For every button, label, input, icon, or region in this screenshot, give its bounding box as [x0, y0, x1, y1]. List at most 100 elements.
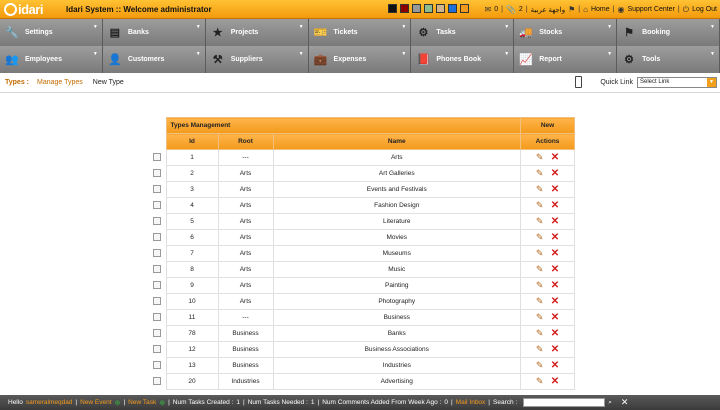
dropdown-arrow-icon[interactable]: ▼: [299, 51, 304, 57]
quick-link-select[interactable]: Select Link ▼: [637, 76, 717, 88]
menu-item-phones-book[interactable]: 📕 Phones Book ▼: [411, 46, 515, 73]
menu-item-booking[interactable]: ⚑ Booking ▼: [617, 19, 720, 46]
edit-icon[interactable]: ✎: [536, 360, 544, 370]
edit-icon[interactable]: ✎: [536, 344, 544, 354]
edit-icon[interactable]: ✎: [536, 296, 544, 306]
add-event-icon[interactable]: ⊕: [115, 399, 121, 407]
attachment-icon[interactable]: 📎: [506, 5, 516, 14]
delete-icon[interactable]: ✕: [551, 152, 559, 163]
theme-swatch[interactable]: [448, 4, 457, 13]
edit-icon[interactable]: ✎: [536, 328, 544, 338]
delete-icon[interactable]: ✕: [551, 248, 559, 259]
menu-item-suppliers[interactable]: ⚒ Suppliers ▼: [205, 46, 309, 73]
home-link[interactable]: Home: [591, 6, 610, 13]
manage-types-link[interactable]: Manage Types: [37, 79, 83, 86]
edit-icon[interactable]: ✎: [536, 232, 544, 242]
row-checkbox[interactable]: [152, 200, 161, 209]
menu-item-settings[interactable]: 🔧 Settings ▼: [0, 19, 103, 46]
dropdown-arrow-icon[interactable]: ▼: [196, 24, 201, 30]
dropdown-arrow-icon[interactable]: ▼: [607, 51, 612, 57]
dropdown-arrow-icon[interactable]: ▼: [299, 24, 304, 30]
username-link[interactable]: sameralmeqdad: [26, 399, 73, 406]
menu-item-employees[interactable]: 👥 Employees ▼: [0, 46, 103, 73]
row-checkbox[interactable]: [152, 264, 161, 273]
add-task-icon[interactable]: ⊕: [159, 399, 165, 407]
dropdown-arrow-icon[interactable]: ▼: [710, 51, 715, 57]
row-checkbox[interactable]: [152, 344, 161, 353]
dropdown-arrow-icon[interactable]: ▼: [196, 51, 201, 57]
delete-icon[interactable]: ✕: [551, 360, 559, 371]
delete-icon[interactable]: ✕: [551, 312, 559, 323]
dropdown-arrow-icon[interactable]: ▼: [401, 51, 406, 57]
theme-swatch[interactable]: [460, 4, 469, 13]
row-checkbox[interactable]: [152, 328, 161, 337]
delete-icon[interactable]: ✕: [551, 184, 559, 195]
menu-item-expenses[interactable]: 💼 Expenses ▼: [308, 46, 412, 73]
menu-item-projects[interactable]: ★ Projects ▼: [205, 19, 309, 46]
dropdown-arrow-icon[interactable]: ▼: [401, 24, 406, 30]
new-type-button[interactable]: New: [520, 117, 575, 134]
menu-item-banks[interactable]: ▤ Banks ▼: [102, 19, 206, 46]
delete-icon[interactable]: ✕: [551, 232, 559, 243]
edit-icon[interactable]: ✎: [536, 216, 544, 226]
tasks-needed-count[interactable]: 1: [311, 399, 315, 406]
comments-count[interactable]: 0: [444, 399, 448, 406]
delete-icon[interactable]: ✕: [551, 376, 559, 387]
menu-item-customers[interactable]: 👤 Customers ▼: [102, 46, 206, 73]
search-input[interactable]: [523, 398, 606, 407]
delete-icon[interactable]: ✕: [551, 264, 559, 275]
attachment-count[interactable]: 2: [519, 6, 523, 13]
theme-swatch[interactable]: [412, 4, 421, 13]
edit-icon[interactable]: ✎: [536, 312, 544, 322]
row-checkbox[interactable]: [152, 184, 161, 193]
menu-item-stocks[interactable]: 🚚 Stocks ▼: [514, 19, 618, 46]
dropdown-arrow-icon[interactable]: ▼: [93, 24, 98, 30]
delete-icon[interactable]: ✕: [551, 328, 559, 339]
dropdown-arrow-icon[interactable]: ▼: [607, 24, 612, 30]
edit-icon[interactable]: ✎: [536, 248, 544, 258]
mail-icon[interactable]: ✉: [485, 5, 492, 14]
dropdown-arrow-icon[interactable]: ▼: [710, 24, 715, 30]
row-checkbox[interactable]: [152, 376, 161, 385]
row-checkbox[interactable]: [152, 152, 161, 161]
support-link[interactable]: Support Center: [627, 6, 674, 13]
column-header-name[interactable]: Name: [272, 133, 521, 150]
edit-icon[interactable]: ✎: [536, 376, 544, 386]
delete-icon[interactable]: ✕: [551, 200, 559, 211]
edit-icon[interactable]: ✎: [536, 184, 544, 194]
app-logo[interactable]: idari: [0, 0, 64, 19]
phone-icon[interactable]: [575, 76, 583, 88]
theme-swatch[interactable]: [400, 4, 409, 13]
dropdown-arrow-icon[interactable]: ▼: [504, 24, 509, 30]
search-icon[interactable]: ⌕: [608, 399, 612, 407]
delete-icon[interactable]: ✕: [551, 168, 559, 179]
theme-swatch[interactable]: [424, 4, 433, 13]
close-icon[interactable]: ✕: [621, 397, 629, 408]
menu-item-tools[interactable]: ⚙ Tools ▼: [617, 46, 720, 73]
chevron-down-icon[interactable]: ▼: [707, 77, 716, 87]
menu-item-tickets[interactable]: 🎫 Tickets ▼: [308, 19, 412, 46]
menu-item-report[interactable]: 📈 Report ▼: [514, 46, 618, 73]
tasks-created-count[interactable]: 1: [236, 399, 240, 406]
dropdown-arrow-icon[interactable]: ▼: [504, 51, 509, 57]
theme-swatch[interactable]: [388, 4, 397, 13]
new-event-link[interactable]: New Event: [80, 399, 111, 406]
edit-icon[interactable]: ✎: [536, 168, 544, 178]
new-type-link[interactable]: New Type: [93, 79, 124, 86]
row-checkbox[interactable]: [152, 168, 161, 177]
delete-icon[interactable]: ✕: [551, 216, 559, 227]
new-task-link[interactable]: New Task: [128, 399, 156, 406]
row-checkbox[interactable]: [152, 248, 161, 257]
logout-link[interactable]: Log Out: [692, 6, 717, 13]
edit-icon[interactable]: ✎: [536, 152, 544, 162]
row-checkbox[interactable]: [152, 280, 161, 289]
dropdown-arrow-icon[interactable]: ▼: [93, 51, 98, 57]
mail-count[interactable]: 0: [494, 6, 498, 13]
edit-icon[interactable]: ✎: [536, 200, 544, 210]
language-link[interactable]: واجهة عربية: [531, 6, 565, 14]
delete-icon[interactable]: ✕: [551, 344, 559, 355]
row-checkbox[interactable]: [152, 296, 161, 305]
column-header-root[interactable]: Root: [217, 133, 274, 150]
row-checkbox[interactable]: [152, 216, 161, 225]
mail-inbox-link[interactable]: Mail Inbox: [456, 399, 486, 406]
